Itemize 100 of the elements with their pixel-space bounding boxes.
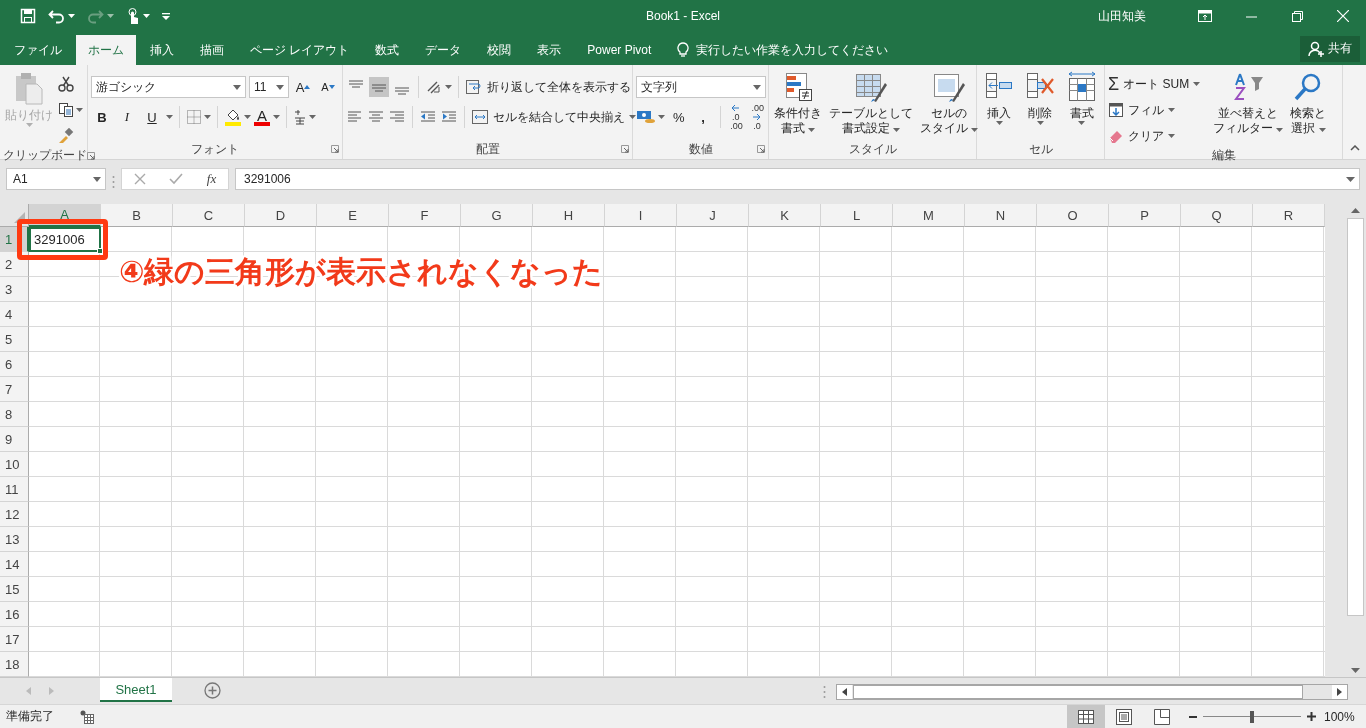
undo-icon[interactable] [48,8,65,24]
number-format-select[interactable]: 文字列 [636,76,766,98]
column-header[interactable]: C [173,204,245,227]
ribbon-tab[interactable]: データ [413,35,474,65]
ribbon-tab[interactable]: ファイル [2,35,74,65]
tell-me-field[interactable]: 実行したい作業を入力してください [694,42,935,58]
column-header[interactable]: M [893,204,965,227]
delete-button[interactable]: 削除 [1023,71,1058,139]
caret-icon[interactable] [107,14,114,18]
format-button[interactable]: 書式 [1064,71,1099,139]
grow-font-button[interactable]: A [292,76,314,98]
copy-icon[interactable] [58,102,74,118]
row-header[interactable]: 5 [0,327,29,352]
percent-button[interactable]: % [668,106,690,128]
caret-icon[interactable] [273,115,280,119]
insert-button[interactable]: 挿入 [982,71,1017,139]
row-header[interactable]: 12 [0,502,29,527]
dialog-launcher-icon[interactable] [331,145,339,153]
caret-icon[interactable] [76,108,83,112]
horizontal-scrollbar[interactable] [836,684,1348,700]
font-size-select[interactable]: 11 [249,76,289,98]
merge-center-button[interactable]: セルを結合して中央揃え [471,106,636,128]
row-header[interactable]: 9 [0,427,29,452]
indent-icon[interactable] [440,109,458,125]
row-header[interactable]: 18 [0,652,29,677]
fill-button[interactable]: フィル [1108,99,1208,121]
row-header[interactable]: 15 [0,577,29,602]
cell-styles-button[interactable]: セルの スタイル [918,71,981,139]
macro-record-icon[interactable] [80,709,94,724]
insert-function-button[interactable]: fx [206,171,217,187]
zoom-in-icon[interactable] [1307,712,1316,721]
decrease-decimal-button[interactable]: .00 .0 [747,105,766,129]
font-color-button[interactable]: A [254,108,270,126]
table-cell[interactable]: 3291006 [29,227,101,252]
collapse-ribbon-icon[interactable] [1350,145,1360,151]
dialog-launcher-icon[interactable] [87,151,95,160]
currency-icon[interactable] [636,109,656,125]
caret-icon[interactable] [244,115,251,119]
formula-field[interactable]: 3291006 [235,168,1360,190]
sort-filter-button[interactable]: 並べ替えと フィルター [1211,71,1286,147]
conditional-format-button[interactable]: 条件付き 書式 [772,71,824,139]
column-header[interactable]: P [1109,204,1181,227]
row-header[interactable]: 10 [0,452,29,477]
ribbon-options-icon[interactable] [1198,10,1212,22]
ribbon-tab[interactable]: Power Pivot [575,35,664,65]
comma-button[interactable]: , [692,106,714,128]
find-select-button[interactable]: 検索と 選択 [1288,71,1329,147]
increase-decimal-button[interactable]: .0 .00 [726,105,745,129]
row-header[interactable]: 13 [0,527,29,552]
close-icon[interactable] [1337,10,1349,22]
caret-icon[interactable] [445,85,452,89]
column-header[interactable]: R [1253,204,1325,227]
column-header[interactable]: J [677,204,749,227]
row-header[interactable]: 17 [0,627,29,652]
outdent-icon[interactable] [419,109,437,125]
bold-button[interactable]: B [91,106,113,128]
clear-button[interactable]: クリア [1108,125,1208,147]
column-header[interactable]: G [461,204,533,227]
column-header[interactable]: Q [1181,204,1253,227]
zoom-percent[interactable]: 100% [1324,709,1358,724]
row-header[interactable]: 6 [0,352,29,377]
save-icon[interactable] [20,8,36,24]
add-sheet-icon[interactable] [204,682,221,699]
row-header[interactable]: 7 [0,377,29,402]
dialog-launcher-icon[interactable] [621,145,629,153]
row-header[interactable]: 4 [0,302,29,327]
scroll-right-icon[interactable] [1337,688,1342,696]
column-header[interactable]: H [533,204,605,227]
caret-icon[interactable] [204,115,211,119]
column-header[interactable]: D [245,204,317,227]
underline-button[interactable]: U [141,106,163,128]
select-all-button[interactable] [0,204,29,227]
caret-icon[interactable] [658,115,665,119]
dialog-launcher-icon[interactable] [757,145,765,153]
ribbon-tab[interactable]: ホーム [76,35,136,65]
phonetic-icon[interactable] [293,109,307,125]
ribbon-tab[interactable]: 数式 [363,35,412,65]
name-box[interactable]: A1 [6,168,106,190]
column-header[interactable]: N [965,204,1037,227]
orientation-icon[interactable] [425,79,443,95]
scroll-left-icon[interactable] [842,688,847,696]
column-header[interactable]: I [605,204,677,227]
ribbon-tab[interactable]: ページ レイアウト [238,35,362,65]
caret-icon[interactable] [166,115,173,119]
slider-thumb[interactable] [1250,710,1254,723]
ribbon-tab[interactable]: 校閲 [475,35,524,65]
fill-handle[interactable] [97,248,103,254]
normal-view-button[interactable] [1067,705,1105,728]
column-header[interactable]: F [389,204,461,227]
column-header[interactable]: O [1037,204,1109,227]
caret-icon[interactable] [143,14,150,18]
italic-button[interactable]: I [116,106,138,128]
ribbon-tab[interactable]: 表示 [525,35,574,65]
ribbon-tab[interactable]: 描画 [188,35,236,65]
row-header[interactable]: 3 [0,277,29,302]
ribbon-tab[interactable]: 挿入 [138,35,186,65]
caret-icon[interactable] [309,115,316,119]
row-header[interactable]: 8 [0,402,29,427]
wrap-text-button[interactable]: 折り返して全体を表示する [465,76,631,98]
format-as-table-button[interactable]: テーブルとして 書式設定 [827,71,915,139]
